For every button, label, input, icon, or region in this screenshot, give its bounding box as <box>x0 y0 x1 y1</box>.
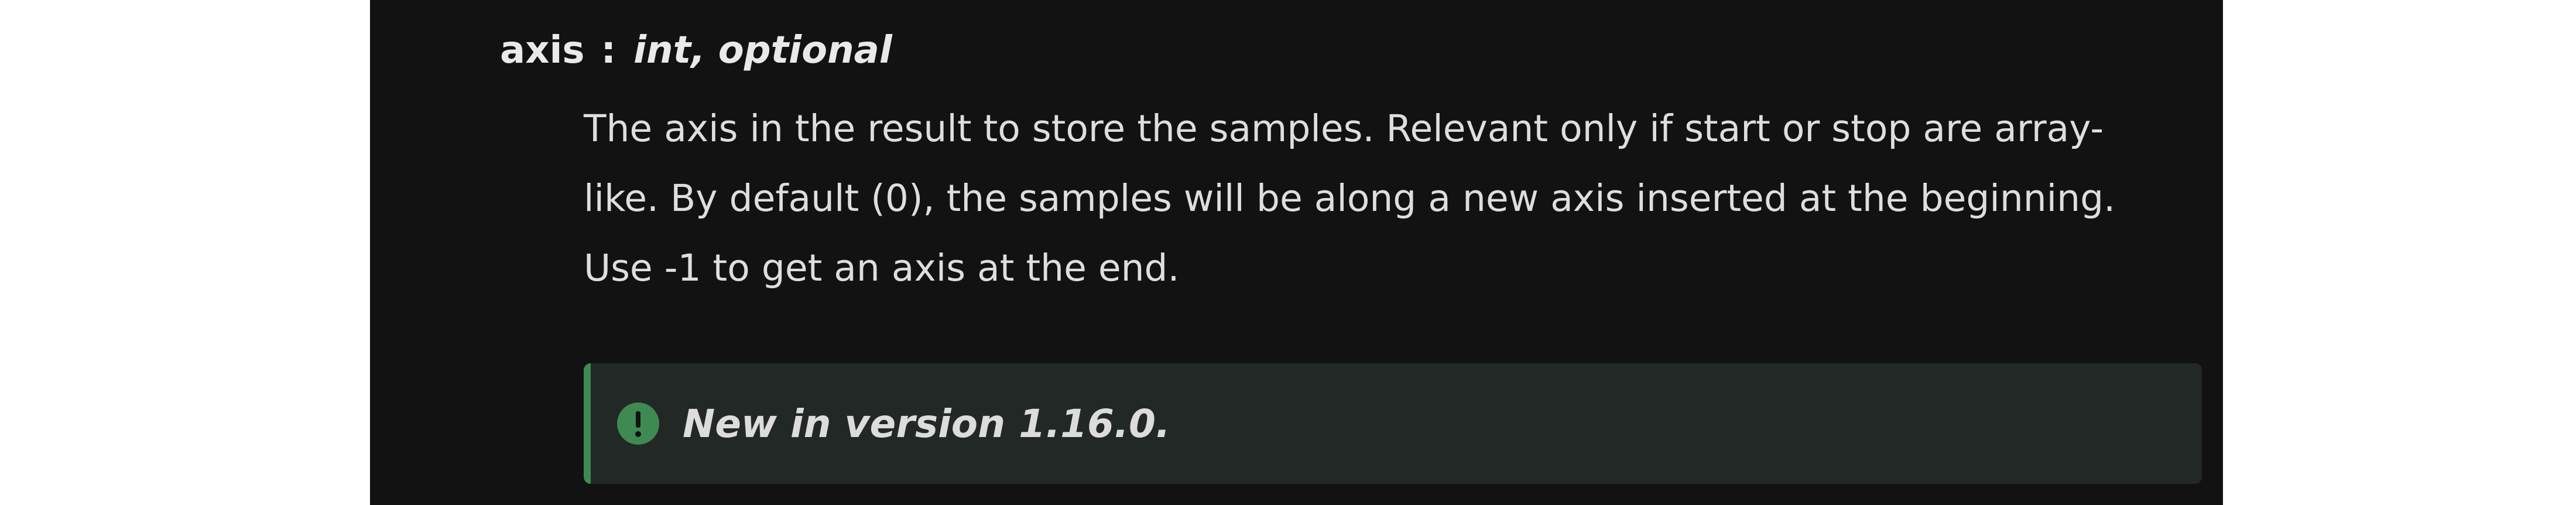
doc-content-panel: axis : int, optional The axis in the res… <box>370 0 2223 505</box>
description-line: Use -1 to get an axis at the end. <box>584 247 1180 289</box>
description-line: The axis in the result to store the samp… <box>584 107 2104 150</box>
parameter-description: The axis in the result to store the samp… <box>584 94 2205 303</box>
page: axis : int, optional The axis in the res… <box>0 0 2576 505</box>
parameter-separator: : <box>601 29 616 72</box>
exclamation-circle-icon <box>617 402 659 445</box>
version-added-text: New in version 1.16.0. <box>683 401 1170 446</box>
parameter-name: axis <box>500 29 585 72</box>
parameter-term: axis : int, optional <box>500 21 892 80</box>
description-line: like. By default (0), the samples will b… <box>584 177 2116 220</box>
parameter-type: int, optional <box>633 29 892 72</box>
version-added-note: New in version 1.16.0. <box>584 363 2202 484</box>
